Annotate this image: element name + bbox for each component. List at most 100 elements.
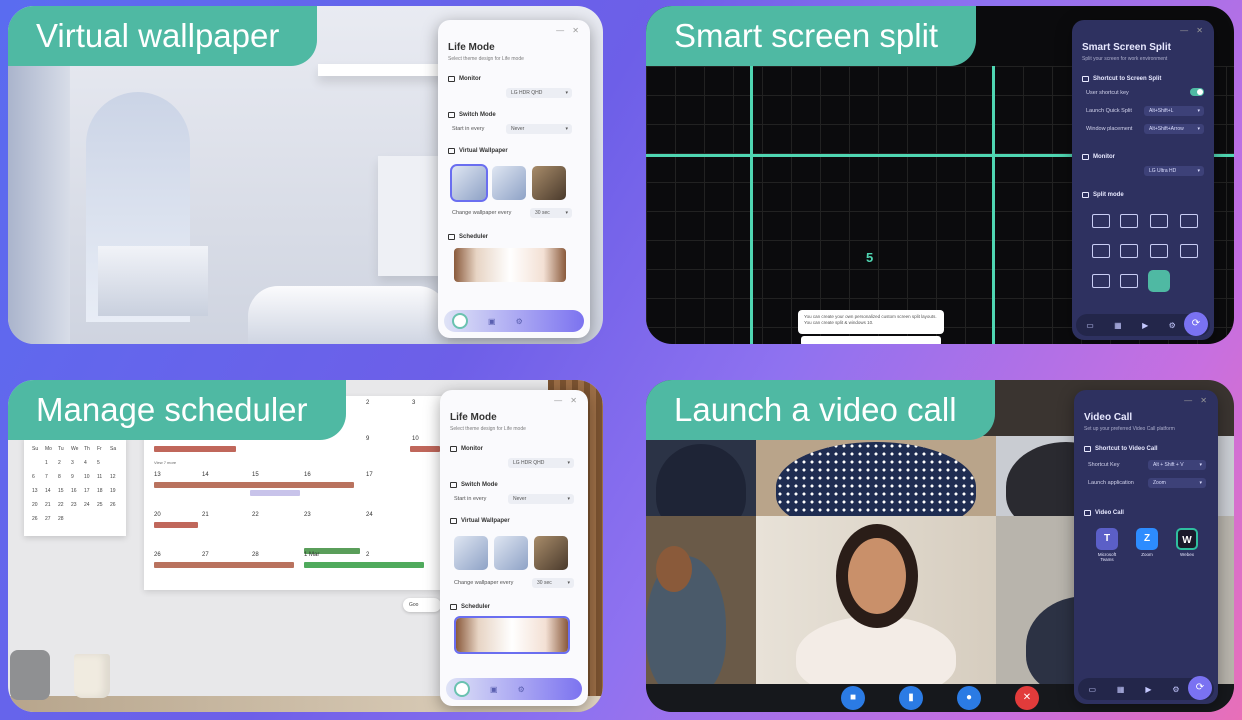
split-layout-2[interactable] bbox=[1120, 214, 1138, 228]
mode-switch-button[interactable]: ⟳ bbox=[1184, 312, 1208, 336]
monitor-select[interactable]: LG HDR QHD ▾ bbox=[508, 458, 574, 468]
event-bar[interactable] bbox=[410, 446, 440, 452]
gear-icon[interactable]: ⚙ bbox=[516, 317, 523, 326]
wall-calendar-day: 1 bbox=[45, 460, 48, 466]
split-layout-3[interactable] bbox=[1150, 214, 1168, 228]
change-select[interactable]: 30 sec ▾ bbox=[532, 578, 574, 588]
monitor-value: LG HDR QHD bbox=[511, 90, 543, 96]
monitor-select[interactable]: LG Ultra HD ▾ bbox=[1144, 166, 1204, 176]
split-layout-custom[interactable] bbox=[1148, 270, 1170, 292]
shortcut-label: Shortcut to Video Call bbox=[1095, 446, 1158, 452]
video-icon[interactable]: ▶ bbox=[1142, 321, 1148, 330]
wallpaper-thumb-1[interactable] bbox=[450, 164, 488, 202]
wallpaper-thumb-1[interactable] bbox=[454, 536, 488, 570]
scheduler-icon[interactable]: ▣ bbox=[490, 685, 498, 694]
shortcut-key-value: Alt + Shift + V bbox=[1153, 462, 1184, 468]
window-controls[interactable]: — ✕ bbox=[1184, 396, 1210, 405]
start-select[interactable]: Never ▾ bbox=[506, 124, 572, 134]
event-bar[interactable] bbox=[250, 490, 300, 496]
chat-icon[interactable]: ● bbox=[957, 686, 981, 710]
video-tile-active bbox=[756, 516, 996, 684]
zoom-icon[interactable]: Z bbox=[1136, 528, 1158, 550]
split-layout-5[interactable] bbox=[1092, 244, 1110, 258]
split-layout-1[interactable] bbox=[1092, 214, 1110, 228]
monitor-select[interactable]: LG HDR QHD ▾ bbox=[506, 88, 572, 98]
wallpaper-thumb-2[interactable] bbox=[494, 536, 528, 570]
wall-calendar-day: 17 bbox=[84, 488, 90, 494]
scheduler-icon[interactable]: ▣ bbox=[488, 317, 496, 326]
camera-icon[interactable]: ■ bbox=[841, 686, 865, 710]
window-controls[interactable]: — ✕ bbox=[556, 26, 582, 35]
mode-toggle-icon[interactable] bbox=[454, 681, 470, 697]
end-call-icon[interactable]: ✕ bbox=[1015, 686, 1039, 710]
user-key-toggle[interactable] bbox=[1190, 88, 1204, 96]
wall-calendar-day: We bbox=[71, 446, 79, 452]
panel-subtitle: Select theme design for Life mode bbox=[448, 56, 524, 62]
gear-icon[interactable]: ⚙ bbox=[1169, 321, 1176, 330]
wallpaper-thumb-2[interactable] bbox=[492, 166, 526, 200]
panel-title: Video Call bbox=[1084, 412, 1133, 423]
shortcut-key-select[interactable]: Alt + Shift + V ▾ bbox=[1148, 460, 1206, 470]
wallpaper-icon[interactable]: ▭ bbox=[1086, 321, 1094, 330]
wall-calendar-day: 8 bbox=[58, 474, 61, 480]
split-layout-7[interactable] bbox=[1150, 244, 1168, 258]
monitor-icon bbox=[450, 446, 457, 452]
wallpaper-icon[interactable]: ▭ bbox=[1088, 685, 1096, 694]
event-bar[interactable] bbox=[154, 482, 354, 488]
tooltip-actions[interactable] bbox=[801, 336, 941, 344]
start-select[interactable]: Never ▾ bbox=[508, 494, 574, 504]
video-tile bbox=[646, 436, 756, 516]
window-controls[interactable]: — ✕ bbox=[1180, 26, 1206, 35]
wallpaper-thumb-3[interactable] bbox=[532, 166, 566, 200]
scheduler-label: Scheduler bbox=[459, 234, 489, 240]
launch-app-select[interactable]: Zoom ▾ bbox=[1148, 478, 1206, 488]
virtual-wallpaper-section[interactable]: Virtual Wallpaper bbox=[448, 148, 508, 154]
split-icon[interactable]: ▦ bbox=[1117, 685, 1125, 694]
event-bar[interactable] bbox=[304, 562, 424, 568]
split-line bbox=[992, 66, 995, 344]
scheduler-preview[interactable] bbox=[454, 616, 570, 654]
stats-icon[interactable]: ▮ bbox=[899, 686, 923, 710]
split-layout-4[interactable] bbox=[1180, 214, 1198, 228]
quick-split-select[interactable]: Alt+Shift+L ▾ bbox=[1144, 106, 1204, 116]
keyboard-icon bbox=[1082, 76, 1089, 82]
event-bar[interactable] bbox=[154, 522, 198, 528]
gear-icon[interactable]: ⚙ bbox=[518, 685, 525, 694]
split-layout-10[interactable] bbox=[1120, 274, 1138, 288]
shortcut-key-label: Shortcut Key bbox=[1088, 462, 1120, 468]
virtual-wallpaper-section[interactable]: Virtual Wallpaper bbox=[450, 518, 510, 524]
event-bar[interactable] bbox=[154, 446, 236, 452]
split-layout-6[interactable] bbox=[1120, 244, 1138, 258]
wall-calendar-day: 6 bbox=[32, 474, 35, 480]
video-icon[interactable]: ▶ bbox=[1145, 685, 1151, 694]
mug bbox=[74, 654, 110, 698]
window-controls[interactable]: — ✕ bbox=[554, 396, 580, 405]
wallpaper-thumb-3[interactable] bbox=[534, 536, 568, 570]
mode-toggle-icon[interactable] bbox=[452, 313, 468, 329]
split-layout-9[interactable] bbox=[1092, 274, 1110, 288]
split-icon[interactable]: ▦ bbox=[1114, 321, 1122, 330]
scheduler-preview[interactable] bbox=[454, 248, 566, 282]
date-cell: 21 bbox=[202, 512, 209, 518]
wall-calendar-day: 18 bbox=[97, 488, 103, 494]
wall-calendar-day: 4 bbox=[84, 460, 87, 466]
bathtub bbox=[248, 286, 448, 344]
chevron-down-icon: ▾ bbox=[1197, 126, 1200, 132]
date-cell: 27 bbox=[202, 552, 209, 558]
stairs bbox=[98, 246, 208, 316]
window-placement-select[interactable]: Alt+Shift+Arrow ▾ bbox=[1144, 124, 1204, 134]
teams-icon[interactable]: T bbox=[1096, 528, 1118, 550]
mode-switch-button[interactable]: ⟳ bbox=[1188, 676, 1212, 700]
change-select[interactable]: 30 sec ▾ bbox=[530, 208, 572, 218]
google-calendar-button[interactable]: Goo bbox=[403, 598, 441, 612]
event-bar[interactable] bbox=[154, 562, 294, 568]
webex-icon[interactable]: W bbox=[1176, 528, 1198, 550]
gear-icon[interactable]: ⚙ bbox=[1172, 685, 1179, 694]
view-more-link[interactable]: View 7 more bbox=[154, 460, 176, 465]
split-layout-8[interactable] bbox=[1180, 244, 1198, 258]
chevron-down-icon: ▾ bbox=[1199, 462, 1202, 468]
chevron-down-icon: ▾ bbox=[567, 460, 570, 466]
switch-icon bbox=[450, 482, 457, 488]
switch-label: Switch Mode bbox=[459, 112, 496, 118]
video-call-section: Video Call bbox=[1084, 510, 1124, 516]
